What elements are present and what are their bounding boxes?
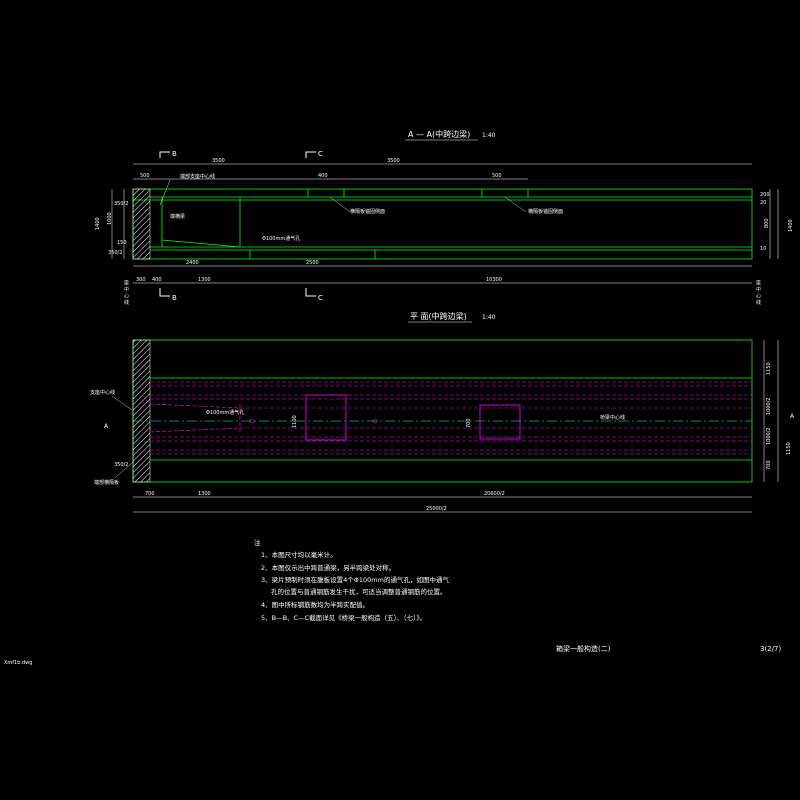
plan-dim-20600-2: 20600/2: [484, 491, 505, 497]
dim-3500-right: 3500: [387, 158, 400, 164]
label-vent-hole: Φ100mm通气孔: [262, 235, 300, 242]
plan-dim-700: 700: [145, 491, 155, 497]
plan-label-vent-hole: Φ100mm通气孔: [206, 409, 244, 416]
dim-200-right: 200: [760, 192, 770, 198]
elevation-view: A — A(中跨边梁) 1:40 3500 3500 500 400 500 B…: [95, 129, 794, 305]
plan-dim-700-right: 700: [766, 460, 772, 470]
label-diaphragm-face-right: 横隔板锚固侧面: [528, 208, 563, 215]
section-mark-b-top: B: [172, 150, 177, 158]
footer: 箱梁一般构造(二) 3(2/7) Xmf1b.dwg: [4, 644, 781, 666]
drawing-title: 箱梁一般构造(二): [556, 644, 611, 653]
plan-scale: 1:40: [482, 314, 496, 321]
dim-350-2-top: 350/2: [114, 201, 128, 207]
plan-label-end-diaphragm: 端部横隔板: [94, 479, 119, 486]
plan-label-700: 700: [466, 418, 472, 428]
elevation-title: A — A(中跨边梁): [408, 129, 470, 139]
label-bearing-center: 端部支座中心线: [180, 173, 215, 180]
dim-350-2-bot: 350/2: [108, 250, 122, 256]
note-item-5: 5、B—B、C—C截面详见《桥梁一般构造（五）、（七）》。: [261, 613, 426, 622]
side-text-right: 梁 中 心 线: [755, 279, 761, 305]
plan-view: 平 面(中跨边梁) 1:40 支座中心线 端部横隔板 Φ100mm通气孔 桥梁中…: [90, 311, 795, 513]
dim-300: 300: [136, 277, 146, 283]
dim-800-right: 800: [764, 218, 770, 228]
dim-3500-left: 3500: [212, 158, 225, 164]
plan-label-bearing-center: 支座中心线: [90, 389, 115, 396]
dim-150: 150: [117, 240, 127, 246]
dim-400: 400: [318, 173, 328, 179]
end-hatch: [132, 188, 151, 260]
section-mark-a-left: A: [104, 423, 109, 430]
label-diaphragm-face-left: 横隔板锚固侧面: [350, 208, 385, 215]
plan-dim-1150: 1150: [766, 362, 772, 375]
section-mark-b-bottom: B: [172, 294, 177, 302]
note-item-4: 4、图中所标钢筋数均为半跨实配值。: [261, 600, 369, 609]
dim-2500: 2500: [306, 260, 319, 266]
plan-dim-1000-2-bot: 1000/2: [766, 427, 772, 445]
note-item-3b: 孔的位置与普通钢筋发生干扰，可适当调整普通钢筋的位置。: [271, 587, 447, 596]
elevation-scale: 1:40: [482, 132, 496, 139]
label-diaphragm: 端横梁: [170, 213, 185, 220]
notes-heading: 注: [254, 538, 261, 547]
side-text-left: 梁 中 心 线: [123, 279, 129, 305]
plan-label-beam-center: 桥梁中心线: [600, 414, 625, 421]
dim-20-right: 20: [760, 200, 766, 206]
cad-drawing: A — A(中跨边梁) 1:40 3500 3500 500 400 500 B…: [4, 129, 795, 666]
plan-dim-1000-2-top: 1000/2: [766, 397, 772, 415]
dim-500-left: 500: [140, 173, 150, 179]
notes-block: 注 1、本图尺寸均以毫米计。 2、本图仅示出中跨普通梁，另半跨梁处对称。 3、梁…: [254, 538, 449, 622]
note-item-3: 3、梁片预制时须在腹板设置4个Φ100mm的通气孔，如图中通气: [261, 575, 449, 584]
dim-500-right: 500: [492, 173, 502, 179]
dim-1400-right: 1400: [788, 219, 794, 232]
plan-label-350-2: 350/2: [114, 462, 128, 468]
sheet-number: 3(2/7): [760, 645, 781, 653]
plan-title: 平 面(中跨边梁): [410, 311, 467, 321]
dim-1400-left: 1400: [95, 217, 101, 230]
plan-dim-1150-bot: 1150: [786, 442, 792, 455]
plan-dim-25000-2: 25000/2: [426, 506, 447, 512]
dim-1000-left: 1000: [107, 212, 113, 225]
section-mark-c-top: C: [318, 150, 323, 158]
plan-label-1100: 1100: [292, 415, 298, 428]
dim-10-right: 10: [760, 246, 766, 252]
dim-400-bottom: 400: [152, 277, 162, 283]
section-mark-c-bottom: C: [318, 294, 323, 302]
note-item-2: 2、本图仅示出中跨普通梁，另半跨梁处对称。: [261, 563, 395, 572]
plan-dim-1300: 1300: [198, 491, 211, 497]
note-item-1: 1、本图尺寸均以毫米计。: [261, 550, 337, 559]
dim-2400: 2400: [186, 260, 199, 266]
file-name: Xmf1b.dwg: [4, 660, 32, 666]
plan-end-hatch: [132, 339, 151, 483]
section-mark-a-right: A: [790, 413, 795, 420]
dim-10300: 10300: [486, 277, 502, 283]
dim-1300: 1300: [198, 277, 211, 283]
